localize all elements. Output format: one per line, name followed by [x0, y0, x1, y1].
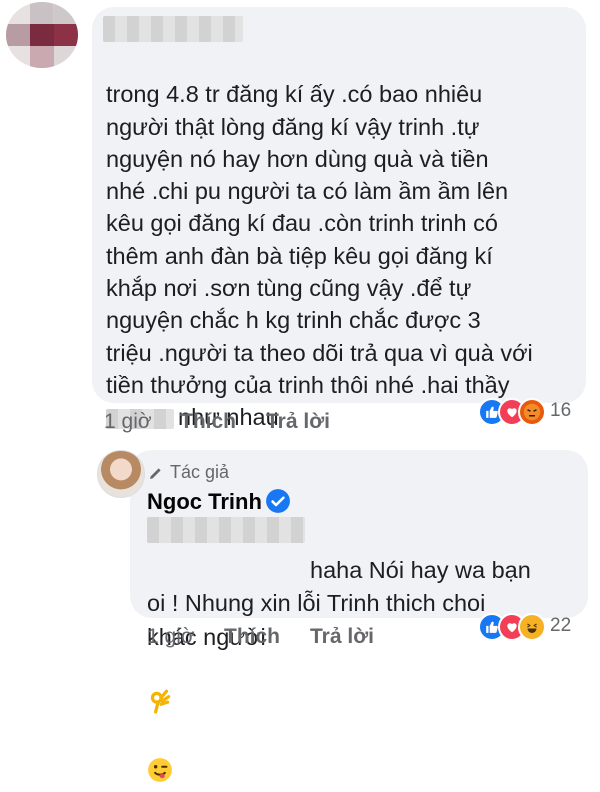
author-avatar[interactable]: [97, 450, 145, 498]
blurred-commenter-name: [103, 16, 243, 42]
reply-reaction-summary[interactable]: 22: [478, 613, 588, 641]
winking-tongue-emoji: [147, 723, 173, 792]
reaction-count: 16: [550, 400, 572, 421]
reply-first-line: haha Nói hay wa bạn: [310, 556, 531, 583]
reply-text: haha Nói hay wa bạn oi ! Nhung xin lỗi Tr…: [147, 520, 577, 792]
angry-reaction-icon: [518, 398, 546, 426]
pencil-icon: [150, 468, 161, 479]
reaction-summary[interactable]: 16: [478, 398, 588, 426]
haha-reaction-icon: [518, 613, 546, 641]
author-name[interactable]: Ngoc Trinh: [147, 489, 262, 515]
commenter-avatar[interactable]: [6, 2, 78, 68]
reply-like-button[interactable]: Thích: [224, 625, 280, 649]
ok-hand-emoji: [147, 654, 173, 723]
verified-badge-icon: [266, 489, 290, 513]
comment-timestamp[interactable]: 1 giờ: [104, 410, 152, 434]
like-button[interactable]: Thích: [180, 410, 236, 434]
comment-text: trong 4.8 tr đăng kí ấy .có bao nhiêu ng…: [106, 46, 576, 434]
reply-timestamp[interactable]: 1 giờ: [147, 625, 195, 649]
reply-reply-button[interactable]: Trả lời: [310, 625, 374, 649]
author-tag: Tác giả: [170, 462, 230, 482]
reply-reaction-count: 22: [550, 615, 572, 636]
comment-body: trong 4.8 tr đăng kí ấy .có bao nhiêu ng…: [106, 81, 533, 398]
reply-button[interactable]: Trả lời: [266, 410, 330, 434]
